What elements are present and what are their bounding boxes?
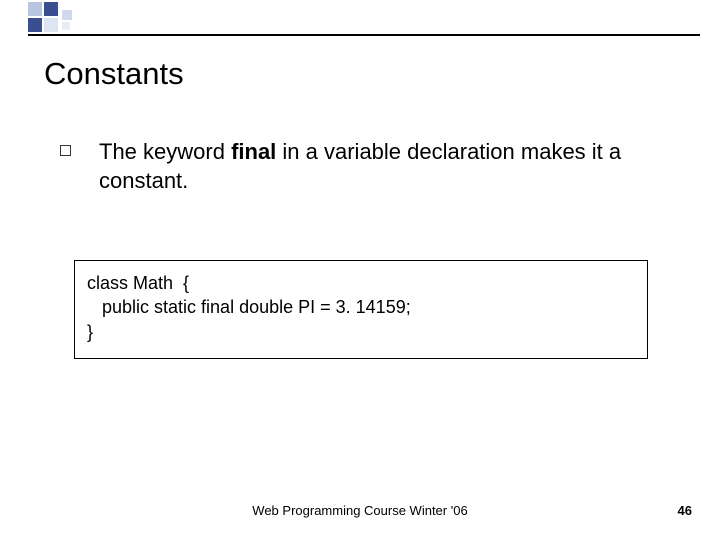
bullet-bold: final	[231, 139, 276, 164]
horizontal-rule	[28, 34, 700, 36]
deco-square	[62, 10, 72, 20]
code-example-box: class Math { public static final double …	[74, 260, 648, 359]
bullet-pre: The keyword	[99, 139, 231, 164]
bullet-text: The keyword final in a variable declarat…	[99, 138, 672, 195]
corner-decoration	[0, 0, 720, 30]
bullet-square-icon	[60, 145, 71, 156]
deco-square	[62, 22, 70, 30]
deco-square	[44, 18, 58, 32]
page-number: 46	[678, 503, 692, 518]
bullet-item: The keyword final in a variable declarat…	[60, 138, 672, 195]
deco-square	[28, 18, 42, 32]
code-line: public static final double PI = 3. 14159…	[87, 295, 635, 319]
code-line: class Math {	[87, 271, 635, 295]
slide-footer: Web Programming Course Winter '06	[0, 503, 720, 518]
deco-square	[44, 2, 58, 16]
deco-square	[28, 2, 42, 16]
slide-title: Constants	[44, 56, 184, 92]
code-line: }	[87, 320, 635, 344]
